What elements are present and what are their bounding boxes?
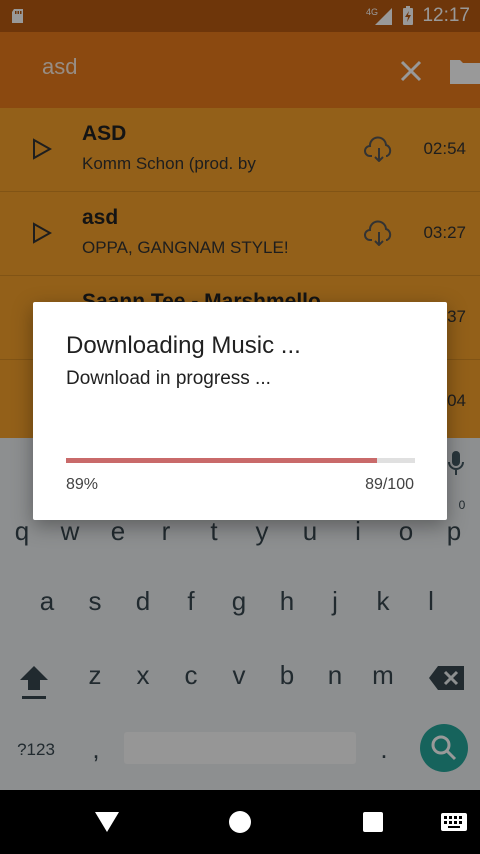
download-progress-dialog: Downloading Music ... Download in progre… bbox=[33, 302, 447, 520]
progress-count: 89/100 bbox=[365, 476, 414, 493]
dialog-message: Download in progress ... bbox=[66, 368, 271, 389]
progress-bar-fill bbox=[66, 458, 377, 463]
progress-percent: 89% bbox=[66, 476, 99, 493]
navigation-bar bbox=[0, 790, 480, 854]
recents-icon[interactable] bbox=[362, 811, 384, 833]
progress-bar bbox=[66, 458, 415, 463]
dialog-title: Downloading Music ... bbox=[66, 332, 301, 359]
home-icon[interactable] bbox=[228, 810, 252, 834]
keyboard-switch-icon[interactable] bbox=[440, 812, 468, 832]
back-icon[interactable] bbox=[94, 810, 120, 834]
